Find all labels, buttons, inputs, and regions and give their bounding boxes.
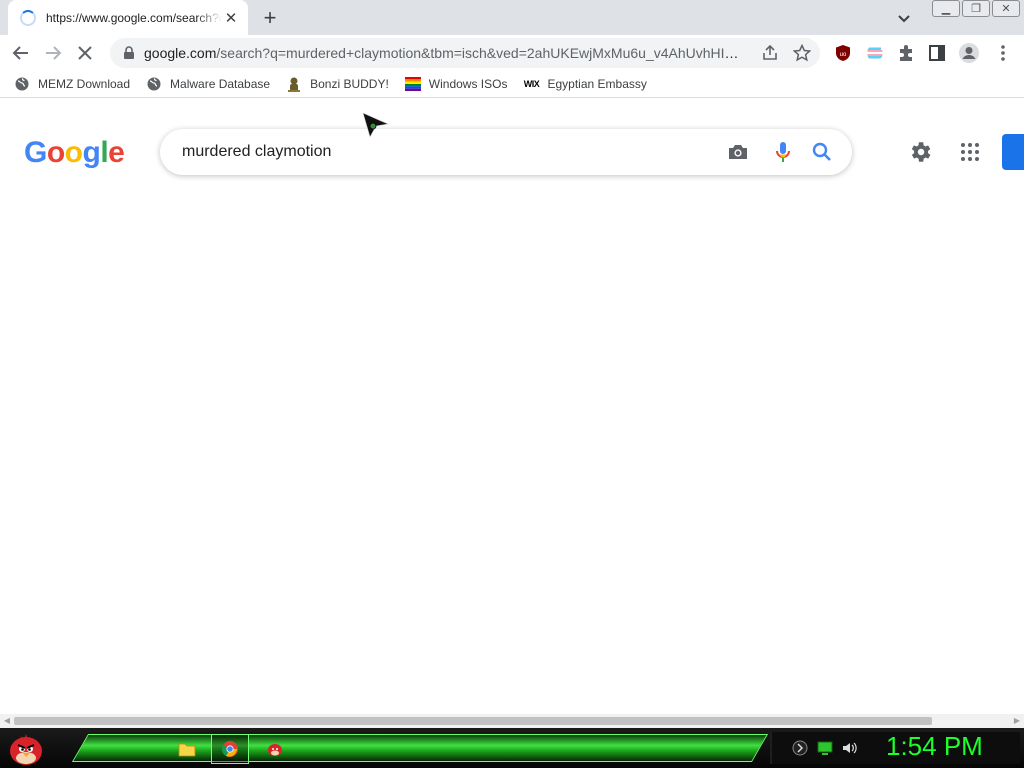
taskbar-clock[interactable]: 1:54 PM	[886, 731, 983, 762]
back-arrow-icon	[12, 46, 28, 60]
browser-toolbar: google.com/search?q=murdered+claymotion&…	[0, 35, 1024, 70]
sign-in-button[interactable]	[1002, 134, 1024, 170]
tab-strip: https://www.google.com/search?q=murdered…	[0, 0, 1024, 35]
start-angry-bird-icon[interactable]	[6, 730, 46, 766]
forward-arrow-icon	[46, 46, 62, 60]
network-monitor-icon[interactable]	[817, 740, 833, 756]
kebab-menu-icon	[1001, 45, 1005, 61]
taskbar-file-explorer[interactable]	[168, 734, 206, 764]
ublock-extension-button[interactable]: uo	[828, 38, 858, 68]
search-input[interactable]	[180, 142, 700, 162]
taskbar: 1:54 PM	[0, 728, 1024, 768]
new-tab-button[interactable]: +	[258, 5, 282, 30]
bookmarks-bar: MEMZ Download Malware Database Bonzi BUD…	[0, 70, 1024, 98]
lock-icon[interactable]	[122, 46, 136, 60]
stop-loading-button[interactable]	[70, 38, 100, 68]
restore-button[interactable]: ❐	[962, 0, 990, 17]
window-controls: ▁ ❐ ✕	[930, 0, 1020, 17]
bookmark-windows-isos[interactable]: Windows ISOs	[404, 76, 507, 92]
scroll-left-arrow-icon[interactable]: ◀	[2, 716, 12, 726]
tab-search-chevron-icon[interactable]	[894, 8, 914, 28]
tab-title: https://www.google.com/search?q=murdered…	[46, 10, 222, 25]
side-panel-icon	[929, 45, 945, 61]
wix-icon: WIX	[523, 78, 540, 89]
rainbow-flag-icon	[404, 76, 421, 92]
google-logo[interactable]: Google	[24, 136, 125, 170]
side-panel-button[interactable]	[922, 38, 952, 68]
avatar-icon	[959, 43, 979, 63]
stop-x-icon	[78, 46, 92, 60]
loading-spinner-icon	[20, 9, 36, 26]
scroll-right-arrow-icon[interactable]: ▶	[1012, 716, 1022, 726]
ublock-shield-icon: uo	[836, 45, 850, 61]
taskbar-chrome[interactable]	[211, 734, 249, 764]
minimize-button[interactable]: ▁	[932, 0, 960, 17]
search-box	[160, 129, 852, 175]
address-bar[interactable]: google.com/search?q=murdered+claymotion&…	[110, 38, 820, 68]
google-apps-grid-icon[interactable]	[958, 140, 982, 164]
camera-search-icon[interactable]	[726, 140, 750, 164]
volume-speaker-icon[interactable]	[841, 740, 857, 756]
globe-icon	[146, 76, 162, 92]
forward-button[interactable]	[38, 38, 68, 68]
bookmark-bonzi-buddy[interactable]: Bonzi BUDDY!	[286, 76, 389, 92]
folder-icon	[178, 743, 196, 757]
browser-tab-active[interactable]: https://www.google.com/search?q=murdered…	[8, 0, 248, 35]
mouse-cursor-icon	[362, 112, 390, 138]
bookmark-memz-download[interactable]: MEMZ Download	[14, 76, 130, 92]
puzzle-icon	[900, 45, 912, 61]
chrome-icon	[221, 741, 238, 757]
horizontal-scrollbar[interactable]: ◀ ▶	[0, 714, 1024, 728]
svg-text:uo: uo	[840, 52, 847, 58]
taskbar-angry-birds[interactable]	[256, 734, 294, 764]
microphone-icon[interactable]	[771, 140, 795, 164]
back-button[interactable]	[6, 38, 36, 68]
tab-close-icon[interactable]: ✕	[222, 9, 240, 27]
share-button[interactable]	[755, 38, 785, 68]
trans-flag-icon	[867, 45, 883, 61]
bookmark-egyptian-embassy[interactable]: WIX Egyptian Embassy	[523, 76, 647, 92]
bookmark-star-button[interactable]	[787, 38, 817, 68]
bookmark-malware-database[interactable]: Malware Database	[146, 76, 270, 92]
close-window-button[interactable]: ✕	[992, 0, 1020, 17]
profile-button[interactable]	[954, 38, 984, 68]
settings-gear-icon[interactable]	[907, 139, 933, 165]
globe-icon	[14, 76, 30, 92]
search-icon[interactable]	[810, 140, 834, 164]
star-icon	[793, 44, 811, 62]
extension-flag-button[interactable]	[860, 38, 890, 68]
chrome-menu-button[interactable]	[988, 38, 1018, 68]
bonzi-icon	[286, 76, 302, 92]
url-text: google.com/search?q=murdered+claymotion&…	[144, 45, 744, 61]
tray-app-icon[interactable]	[792, 740, 808, 756]
angry-bird-icon	[268, 744, 282, 756]
scrollbar-thumb[interactable]	[14, 717, 932, 725]
extensions-button[interactable]	[891, 38, 921, 68]
share-icon	[763, 44, 777, 60]
